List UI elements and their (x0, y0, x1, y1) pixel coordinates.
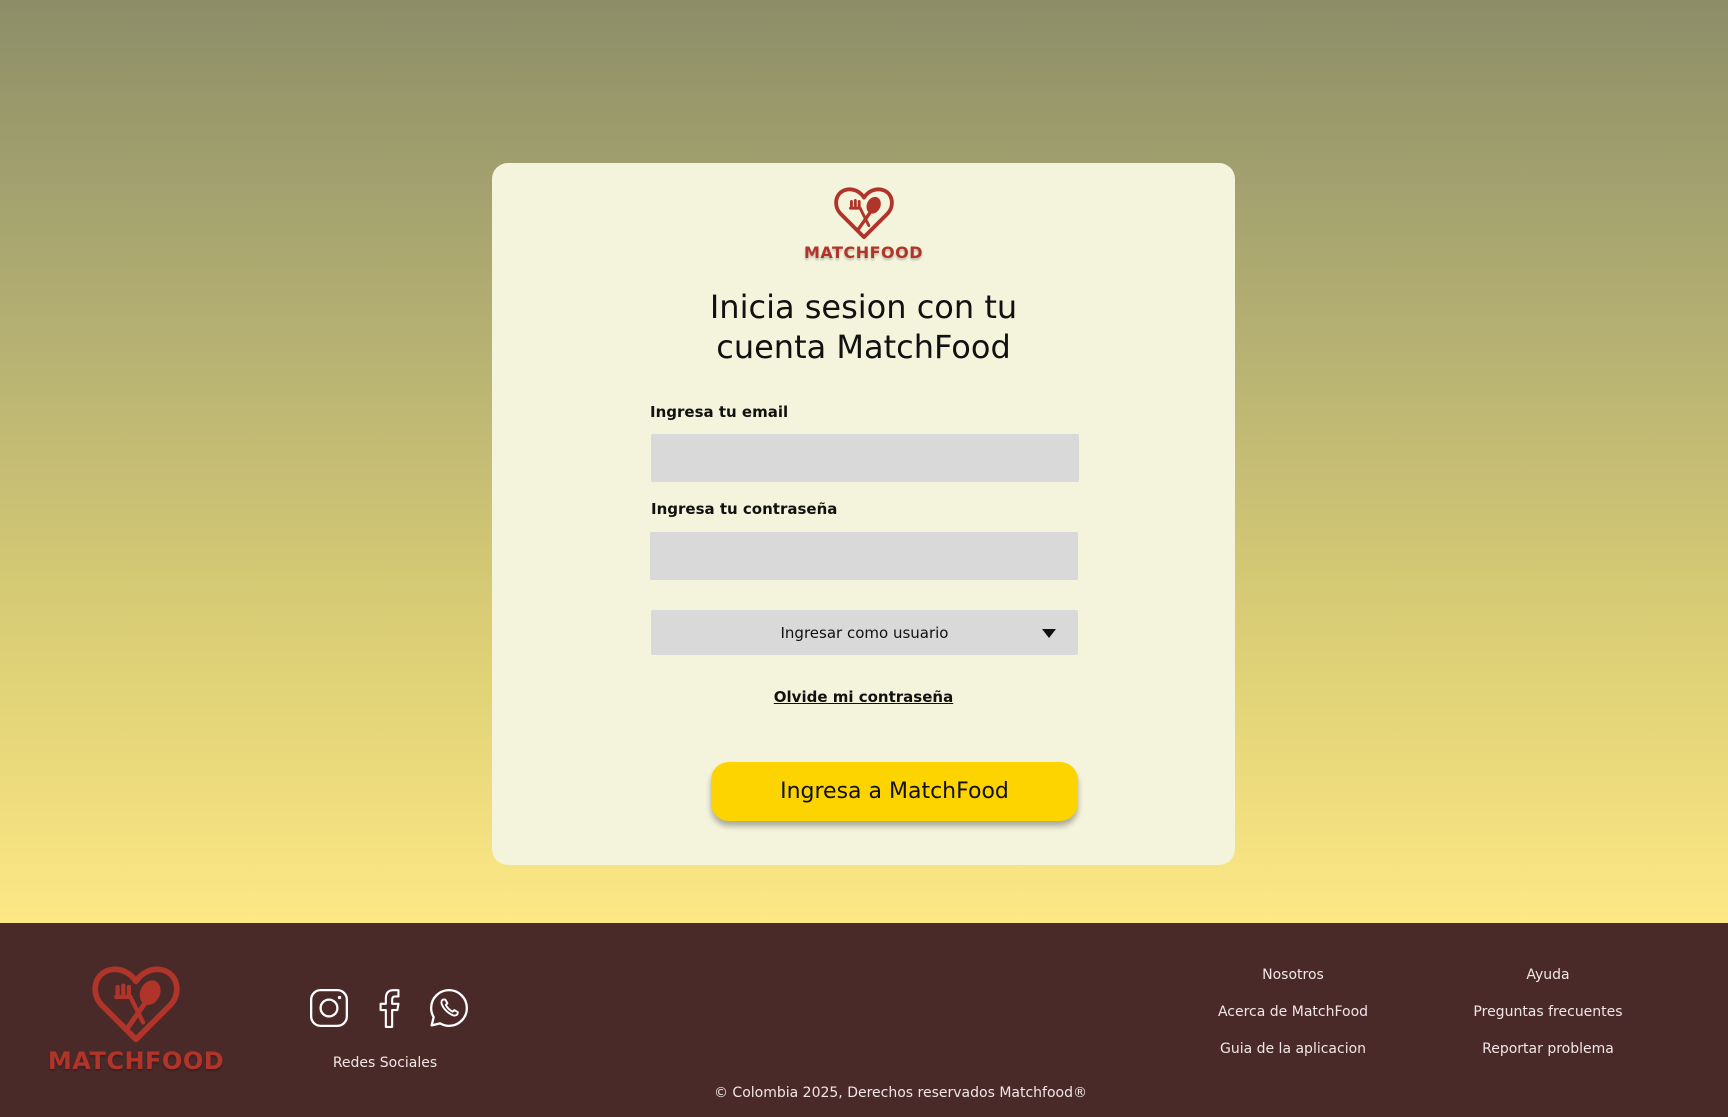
instagram-icon[interactable] (308, 986, 350, 1030)
footer-link-faq[interactable]: Preguntas frecuentes (1448, 1002, 1648, 1039)
footer: MATCHFOOD Redes Sociales Nosotros Acerca… (0, 923, 1728, 1117)
footer-brand-name: MATCHFOOD (47, 1047, 225, 1075)
footer-link-about[interactable]: Acerca de MatchFood (1193, 1002, 1393, 1039)
page-title: Inicia sesion con tu cuenta MatchFood (709, 288, 1018, 366)
email-input[interactable] (651, 434, 1079, 482)
forgot-password-link[interactable]: Olvide mi contraseña (774, 688, 953, 706)
facebook-icon[interactable] (368, 986, 410, 1030)
footer-link-guide[interactable]: Guia de la aplicacion (1193, 1039, 1393, 1076)
footer-brand-logo: MATCHFOOD (48, 963, 224, 1075)
copyright: © Colombia 2025, Derechos reservados Mat… (713, 1085, 1087, 1101)
footer-col-nosotros: Nosotros Acerca de MatchFood Guia de la … (1193, 965, 1393, 1076)
heart-fork-spoon-icon (833, 187, 894, 240)
brand-name: MATCHFOOD (803, 243, 924, 262)
social-icons (308, 986, 470, 1030)
login-submit-button[interactable]: Ingresa a MatchFood (711, 762, 1078, 821)
login-card: MATCHFOOD Inicia sesion con tu cuenta Ma… (492, 163, 1235, 865)
role-select-value: Ingresar como usuario (780, 623, 949, 642)
forgot-password-row: Olvide mi contraseña (492, 687, 1235, 706)
whatsapp-icon[interactable] (428, 986, 470, 1030)
email-label: Ingresa tu email (650, 403, 789, 421)
footer-col-heading: Ayuda (1526, 967, 1570, 983)
brand-logo: MATCHFOOD (492, 185, 1235, 262)
footer-col-ayuda: Ayuda Preguntas frecuentes Reportar prob… (1448, 965, 1648, 1076)
footer-col-heading: Nosotros (1262, 967, 1324, 983)
role-select[interactable]: Ingresar como usuario (651, 610, 1078, 655)
heart-fork-spoon-icon (92, 966, 180, 1043)
caret-down-icon (1042, 629, 1056, 638)
password-label: Ingresa tu contraseña (651, 500, 838, 518)
password-input[interactable] (650, 532, 1078, 580)
footer-link-report[interactable]: Reportar problema (1448, 1039, 1648, 1076)
social-label: Redes Sociales (332, 1055, 438, 1071)
